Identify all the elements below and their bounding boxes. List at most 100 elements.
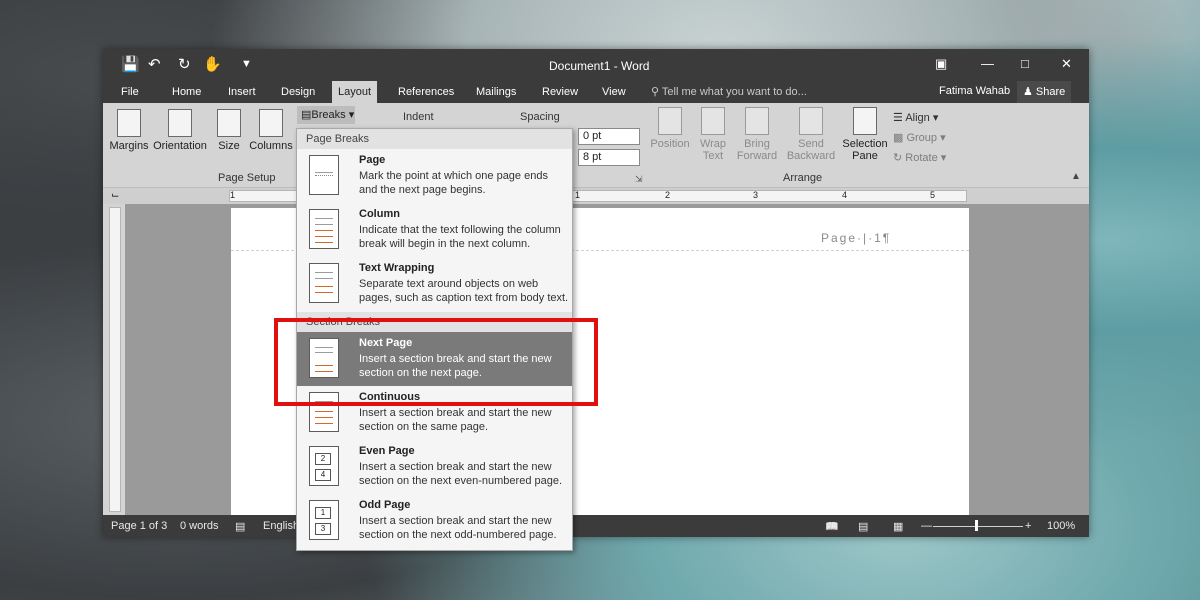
vertical-ruler (109, 207, 121, 512)
customize-quick-access-icon[interactable]: ▼ (241, 58, 252, 70)
paragraph-dialog-launcher-icon[interactable]: ⇲ (635, 174, 643, 185)
share-label: Share (1035, 86, 1066, 98)
close-icon[interactable]: ✕ (1061, 56, 1072, 72)
odd-page-number-label-b: 3 (315, 523, 331, 535)
ruler-mark: 1 (575, 190, 581, 200)
column-break-icon (309, 209, 339, 249)
breaks-button[interactable]: ▤Breaks ▾ (297, 106, 355, 124)
zoom-slider[interactable] (933, 526, 1023, 527)
bring-forward-button[interactable]: Bring Forward (733, 107, 781, 162)
redo-icon[interactable]: ↻ (178, 55, 191, 73)
break-page-item[interactable]: Page Mark the point at which one page en… (297, 149, 572, 203)
language-indicator[interactable]: English (263, 520, 299, 532)
zoom-slider-thumb[interactable] (975, 520, 978, 531)
minimize-icon[interactable]: — (981, 56, 994, 71)
tell-me-box[interactable]: ⚲ Tell me what you want to do... (651, 85, 807, 98)
even-page-number-label-b: 4 (315, 469, 331, 481)
rotate-icon: ↻ (893, 152, 906, 164)
ribbon: Margins Orientation Size Columns ▤Breaks… (103, 103, 1089, 188)
ruler-mark: 4 (842, 190, 848, 200)
zoom-level[interactable]: 100% (1047, 520, 1075, 532)
send-backward-label-2: Backward (786, 150, 836, 162)
print-layout-icon[interactable]: ▤ (858, 520, 868, 533)
break-text-wrapping-item[interactable]: Text Wrapping Separate text around objec… (297, 257, 572, 311)
tab-file[interactable]: File (115, 81, 145, 103)
position-button[interactable]: Position (649, 107, 691, 150)
size-button[interactable]: Size (215, 109, 243, 152)
break-column-item[interactable]: Column Indicate that the text following … (297, 203, 572, 257)
break-page-desc: Mark the point at which one page ends an… (359, 170, 548, 196)
even-page-break-icon: 24 (309, 446, 339, 486)
text-wrapping-break-icon (309, 263, 339, 303)
group-label: Group (906, 132, 938, 144)
tab-view[interactable]: View (596, 81, 632, 103)
zoom-in-icon[interactable]: + (1025, 520, 1031, 532)
group-button[interactable]: ▩ Group ▾ (893, 131, 946, 144)
tab-home[interactable]: Home (166, 81, 207, 103)
ribbon-tabs: File Home Insert Design Layout Reference… (103, 81, 1089, 103)
columns-label: Columns (249, 140, 293, 152)
tab-mailings[interactable]: Mailings (470, 81, 522, 103)
margins-icon (117, 109, 141, 137)
breaks-label: Breaks (311, 109, 346, 121)
tab-layout[interactable]: Layout (332, 81, 378, 103)
page-breaks-header: Page Breaks (297, 129, 572, 149)
break-page-title: Page (359, 154, 386, 166)
wrap-text-label-2: Text (702, 150, 724, 162)
orientation-label: Orientation (153, 140, 207, 152)
ruler-mark: 5 (930, 190, 936, 200)
ruler-mark: 1 (230, 190, 236, 200)
tab-insert[interactable]: Insert (222, 81, 262, 103)
user-name[interactable]: Fatima Wahab (939, 85, 1010, 97)
bring-forward-icon (745, 107, 769, 135)
collapse-ribbon-icon[interactable]: ▲ (1071, 171, 1081, 182)
tab-design[interactable]: Design (275, 81, 321, 103)
columns-button[interactable]: Columns (249, 109, 293, 152)
save-icon[interactable]: 💾 (121, 55, 140, 73)
spacing-label: Spacing (520, 111, 560, 123)
break-odd-page-item[interactable]: 13 Odd Page Insert a section break and s… (297, 494, 572, 548)
ribbon-display-options-icon[interactable]: ▣ (935, 56, 947, 72)
break-odd-page-desc: Insert a section break and start the new… (359, 515, 557, 541)
tab-review[interactable]: Review (536, 81, 584, 103)
break-even-page-title: Even Page (359, 445, 415, 457)
tab-references[interactable]: References (392, 81, 460, 103)
spacing-before-input[interactable]: 0 pt (578, 128, 640, 145)
status-bar: Page 1 of 3 0 words ▤ English 📖 ▤ ▦ — + … (103, 515, 1089, 537)
read-mode-icon[interactable]: 📖 (825, 520, 839, 533)
share-button[interactable]: ♟ Share (1017, 81, 1072, 103)
margins-button[interactable]: Margins (109, 109, 149, 152)
wrap-text-button[interactable]: Wrap Text (695, 107, 731, 162)
horizontal-ruler: ⌙ 1 1 2 3 4 5 (103, 188, 1089, 204)
break-continuous-desc: Insert a section break and start the new… (359, 407, 552, 433)
selection-pane-icon (853, 107, 877, 135)
breaks-icon: ▤ (301, 109, 312, 121)
zoom-out-icon[interactable]: — (921, 520, 932, 532)
send-backward-button[interactable]: Send Backward (783, 107, 839, 162)
proofing-icon[interactable]: ▤ (235, 520, 245, 533)
wrap-text-label: Wrap (699, 138, 727, 150)
touch-mode-icon[interactable]: ✋ (203, 55, 222, 73)
tab-selector-icon[interactable]: ⌙ (111, 190, 119, 201)
group-icon: ▩ (893, 132, 907, 144)
break-even-page-item[interactable]: 24 Even Page Insert a section break and … (297, 440, 572, 494)
word-window: 💾 ↶ ↻ ✋ ▼ Document1 - Word ▣ — □ ✕ File … (103, 49, 1089, 537)
orientation-button[interactable]: Orientation (151, 109, 209, 152)
bring-forward-label: Bring (744, 138, 770, 150)
maximize-icon[interactable]: □ (1021, 56, 1029, 71)
selection-pane-button[interactable]: Selection Pane (841, 107, 889, 162)
spacing-after-input[interactable]: 8 pt (578, 149, 640, 166)
indent-label: Indent (403, 111, 434, 123)
break-text-wrapping-desc: Separate text around objects on web page… (359, 278, 569, 304)
orientation-icon (168, 109, 192, 137)
rotate-button[interactable]: ↻ Rotate ▾ (893, 151, 946, 164)
window-title: Document1 - Word (549, 59, 650, 73)
break-even-page-desc: Insert a section break and start the new… (359, 461, 563, 487)
page-count[interactable]: Page 1 of 3 (111, 520, 167, 532)
undo-icon[interactable]: ↶ (148, 55, 161, 73)
word-count[interactable]: 0 words (180, 520, 219, 532)
arrange-group-label: Arrange (783, 172, 823, 184)
align-button[interactable]: ☰ Align ▾ (893, 111, 938, 124)
page-setup-group-label: Page Setup (218, 172, 276, 184)
web-layout-icon[interactable]: ▦ (893, 520, 903, 533)
